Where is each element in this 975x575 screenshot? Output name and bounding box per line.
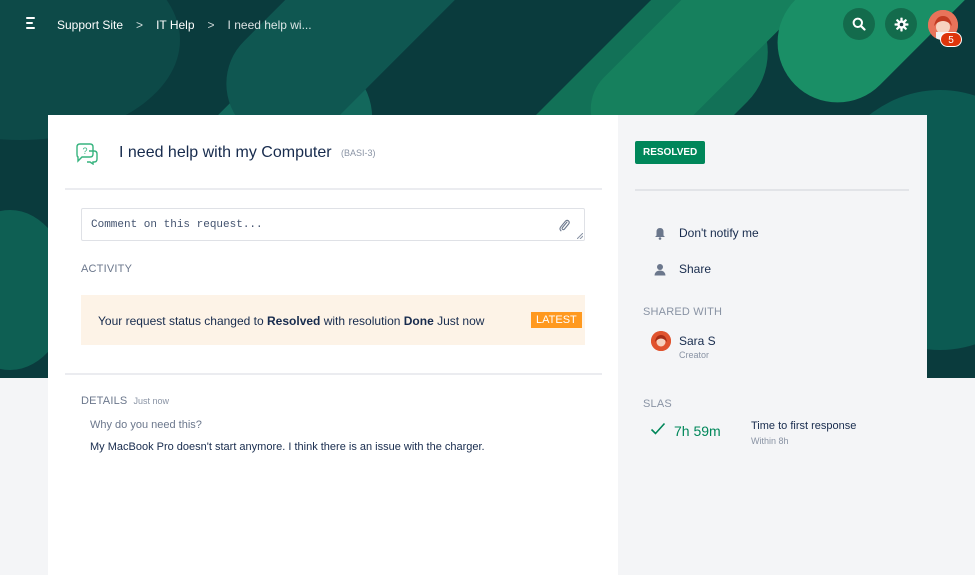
breadcrumb-support-site[interactable]: Support Site	[57, 18, 123, 32]
activity-resolution: Done	[403, 314, 434, 328]
breadcrumb-current: I need help wi...	[227, 18, 312, 32]
slas-label: SLAS	[643, 398, 672, 410]
notify-label: Don't notify me	[679, 226, 759, 240]
breadcrumb-separator: >	[207, 18, 215, 32]
sla-name: Time to first response	[751, 420, 857, 432]
help-chat-icon: ?	[76, 143, 98, 165]
attachment-icon[interactable]	[558, 218, 570, 232]
breadcrumb: Support Site > IT Help > I need help wi.…	[57, 18, 312, 32]
notification-badge[interactable]: 5	[940, 32, 962, 47]
share-button[interactable]: Share	[654, 262, 711, 276]
status-badge: RESOLVED	[635, 141, 706, 164]
details-time: Just now	[133, 396, 169, 406]
comment-input[interactable]	[82, 209, 542, 240]
activity-item: Your request status changed to Resolved …	[81, 295, 585, 345]
search-icon	[852, 17, 866, 31]
sla-target: Within 8h	[751, 436, 789, 446]
details-answer: My MacBook Pro doesn't start anymore. I …	[90, 441, 485, 453]
bell-icon	[655, 227, 665, 240]
page-title: I need help with my Computer	[119, 144, 332, 161]
breadcrumb-separator: >	[136, 18, 144, 32]
comment-box	[81, 208, 585, 241]
latest-badge: LATEST	[531, 312, 582, 328]
divider	[635, 189, 909, 191]
resize-handle-icon[interactable]	[577, 233, 583, 239]
avatar-face-icon	[651, 331, 671, 351]
svg-text:?: ?	[82, 146, 87, 156]
gear-icon	[894, 17, 908, 31]
request-panel: ? I need help with my Computer (BASI-3) …	[48, 115, 618, 575]
details-question: Why do you need this?	[90, 419, 202, 431]
divider	[65, 373, 602, 375]
activity-label: ACTIVITY	[81, 263, 133, 275]
share-label: Share	[679, 262, 712, 276]
check-icon	[650, 422, 666, 435]
request-key: (BASI-3)	[341, 148, 376, 158]
notify-toggle[interactable]: Don't notify me	[654, 226, 759, 240]
shared-user-name[interactable]: Sara S	[679, 334, 716, 348]
divider	[65, 188, 602, 190]
request-sidebar: RESOLVED Don't notify me Share SHARED WI…	[618, 115, 927, 575]
details-label: DETAILS Just now	[81, 395, 169, 407]
avatar	[651, 331, 671, 351]
person-icon	[654, 263, 666, 275]
menu-icon[interactable]	[26, 17, 40, 31]
search-button[interactable]	[843, 8, 875, 40]
settings-button[interactable]	[885, 8, 917, 40]
sla-time: 7h 59m	[674, 423, 721, 439]
breadcrumb-it-help[interactable]: IT Help	[156, 18, 194, 32]
activity-text: Your request status changed to Resolved …	[98, 314, 485, 328]
activity-status: Resolved	[267, 314, 321, 328]
shared-user-role: Creator	[679, 350, 710, 360]
shared-with-label: SHARED WITH	[643, 306, 723, 318]
